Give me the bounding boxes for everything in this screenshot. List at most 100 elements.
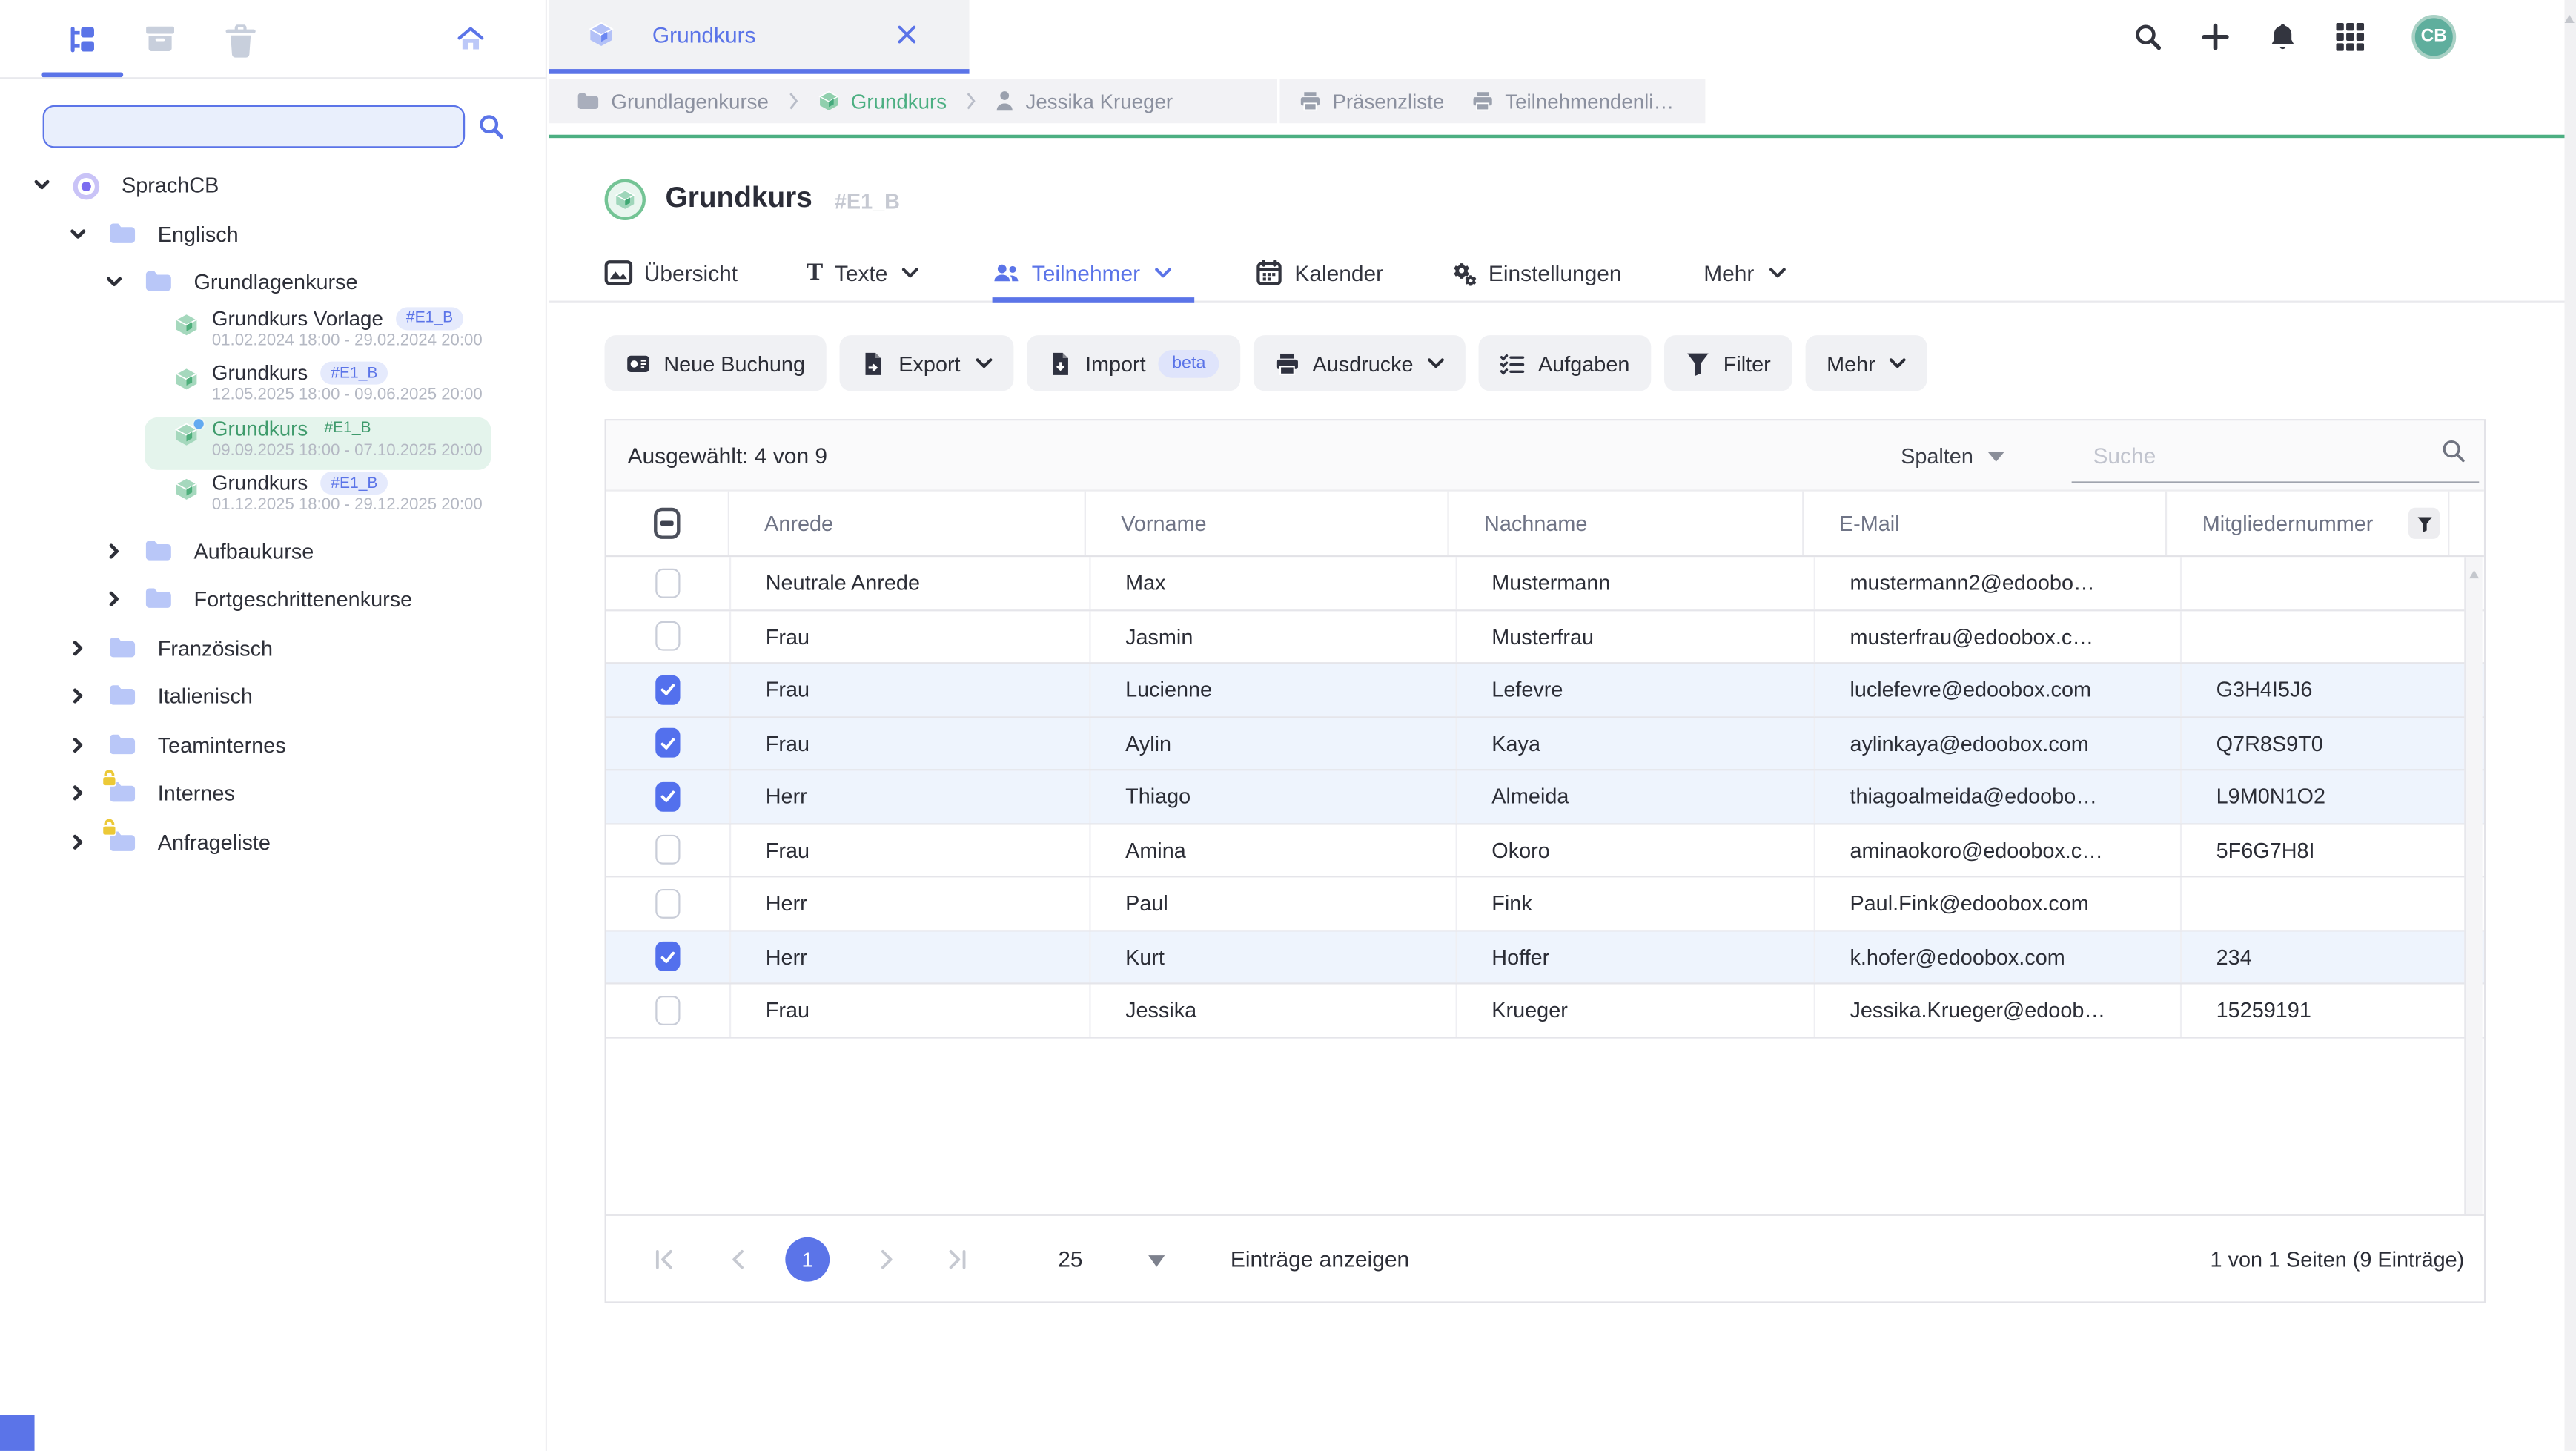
folder-icon <box>108 635 136 660</box>
page-size-select[interactable]: 25 <box>1058 1216 1082 1303</box>
tab-mehr[interactable]: Mehr <box>1703 243 1785 303</box>
bottom-left-button[interactable] <box>0 1415 35 1451</box>
chevron-down-icon[interactable] <box>33 176 50 194</box>
last-page-icon[interactable] <box>947 1249 968 1270</box>
chevron-right-icon[interactable] <box>69 687 87 705</box>
tree-item-italienisch[interactable]: Italienisch <box>0 672 546 720</box>
tree-item-grundlagenkurse[interactable]: Grundlagenkurse <box>0 258 546 306</box>
tree-course-grundkurs[interactable]: Grundkurs#E1_B12.05.2025 18:00 - 09.06.2… <box>0 362 546 417</box>
table-row[interactable]: FrauAylinKayaaylinkaya@edoobox.comQ7R8S9… <box>606 717 2484 770</box>
table-row[interactable]: HerrKurtHofferk.hofer@edoobox.com234 <box>606 931 2484 984</box>
apps-grid-icon[interactable] <box>2336 22 2364 50</box>
ausdrucke-button[interactable]: Ausdrucke <box>1254 335 1466 391</box>
scroll-up-icon[interactable] <box>2469 570 2479 578</box>
tree-item-internes[interactable]: Internes <box>0 769 546 817</box>
row-checkbox[interactable] <box>655 621 680 651</box>
chevron-right-icon[interactable] <box>105 542 123 560</box>
aufgaben-button[interactable]: Aufgaben <box>1479 335 1651 391</box>
tree-item-anfrageliste[interactable]: Anfrageliste <box>0 818 546 866</box>
close-icon[interactable] <box>897 24 917 44</box>
tree-course-grundkurs[interactable]: Grundkurs#E1_B09.09.2025 18:00 - 07.10.2… <box>0 417 546 472</box>
chevron-down-icon[interactable] <box>69 225 87 242</box>
add-icon[interactable] <box>2202 22 2230 50</box>
table-row[interactable]: HerrThiagoAlmeidathiagoalmeida@edoobo…L9… <box>606 770 2484 824</box>
page-size-arrow-icon[interactable] <box>1148 1255 1165 1267</box>
column-header-nachname[interactable]: Nachname <box>1450 492 1805 555</box>
avatar[interactable]: CB <box>2411 14 2456 59</box>
column-header-mitgliedernummer[interactable]: Mitgliedernummer <box>2168 492 2449 555</box>
archive-icon[interactable] <box>145 24 176 56</box>
column-header-vorname[interactable]: Vorname <box>1087 492 1450 555</box>
row-checkbox[interactable] <box>655 781 680 811</box>
tab-einstellungen[interactable]: Einstellungen <box>1449 243 1622 303</box>
tree-course-grundkurs-vorlage[interactable]: Grundkurs Vorlage#E1_B01.02.2024 18:00 -… <box>0 306 546 361</box>
row-checkbox[interactable] <box>655 568 680 598</box>
open-tab-grundkurs[interactable]: Grundkurs <box>549 0 969 69</box>
export-button[interactable]: Export <box>840 335 1013 391</box>
search-icon[interactable] <box>478 113 504 139</box>
chevron-right-icon[interactable] <box>69 736 87 753</box>
table-row[interactable]: FrauJasminMusterfraumusterfrau@edoobox.c… <box>606 610 2484 664</box>
tab-kalender[interactable]: Kalender <box>1255 243 1383 303</box>
select-all-checkbox[interactable] <box>606 492 730 555</box>
import-button[interactable]: Import beta <box>1026 335 1240 391</box>
tree-search-input[interactable] <box>43 105 466 148</box>
tree-item-englisch[interactable]: Englisch <box>0 210 546 258</box>
tree-course-grundkurs[interactable]: Grundkurs#E1_B01.12.2025 18:00 - 29.12.2… <box>0 472 546 526</box>
chevron-right-icon[interactable] <box>69 833 87 850</box>
search-icon[interactable] <box>2441 439 2466 463</box>
row-checkbox[interactable] <box>655 835 680 865</box>
tab-teilnehmer[interactable]: Teilnehmer <box>993 243 1172 303</box>
column-header-anrede[interactable]: Anrede <box>730 492 1087 555</box>
breadcrumb-item-course[interactable]: Grundkurs <box>818 90 947 113</box>
neue-buchung-button[interactable]: Neue Buchung <box>605 335 827 391</box>
doc-link-praesenzliste[interactable]: Präsenzliste <box>1299 90 1444 113</box>
window-scrollbar[interactable] <box>2564 0 2576 1451</box>
mehr-button[interactable]: Mehr <box>1805 335 1927 391</box>
tree-item-franz-sisch[interactable]: Französisch <box>0 624 546 672</box>
tree-item-sprachcb[interactable]: SprachCB <box>0 161 546 209</box>
table-row[interactable]: FrauAminaOkoroaminaokoro@edoobox.c…5F6G7… <box>606 824 2484 877</box>
trash-icon[interactable] <box>225 24 256 56</box>
tab-texte[interactable]: T Texte <box>807 243 918 303</box>
filter-button[interactable]: Filter <box>1664 335 1792 391</box>
table-search-input[interactable] <box>2072 431 2480 480</box>
column-header-email[interactable]: E-Mail <box>1804 492 2168 555</box>
first-page-icon[interactable] <box>654 1249 675 1270</box>
bell-icon[interactable] <box>2269 22 2297 50</box>
tree-view-icon[interactable] <box>66 24 97 56</box>
row-checkbox[interactable] <box>655 942 680 971</box>
home-icon[interactable] <box>455 24 486 56</box>
presence-dot <box>192 417 205 430</box>
breadcrumb-item-person[interactable]: Jessika Krueger <box>996 90 1173 113</box>
breadcrumb-item-folder[interactable]: Grundlagenkurse <box>577 90 769 113</box>
columns-button[interactable]: Spalten <box>1901 420 2004 491</box>
row-checkbox[interactable] <box>655 675 680 704</box>
table-row[interactable]: HerrPaulFinkPaul.Fink@edoobox.com <box>606 877 2484 931</box>
table-row[interactable]: FrauLucienneLefevreluclefevre@edoobox.co… <box>606 664 2484 717</box>
current-page-button[interactable]: 1 <box>785 1237 830 1282</box>
chevron-right-icon[interactable] <box>105 590 123 608</box>
next-page-icon[interactable] <box>875 1249 897 1270</box>
previous-page-icon[interactable] <box>728 1249 749 1270</box>
chevron-right-icon[interactable] <box>69 784 87 802</box>
tree-item-aufbaukurse[interactable]: Aufbaukurse <box>0 526 546 575</box>
doc-link-teilnehmendenliste[interactable]: Teilnehmendenli… <box>1472 90 1674 113</box>
chevron-right-icon[interactable] <box>69 639 87 657</box>
course-code-badge: #E1_B <box>321 362 388 385</box>
tree-item-fortgeschrittenenkurse[interactable]: Fortgeschrittenenkurse <box>0 575 546 624</box>
table-scrollbar[interactable] <box>2464 557 2482 1217</box>
chevron-down-icon[interactable] <box>105 273 123 291</box>
folder-icon <box>145 538 173 563</box>
column-filter-icon[interactable] <box>2408 508 2440 539</box>
row-checkbox[interactable] <box>655 995 680 1025</box>
row-checkbox[interactable] <box>655 728 680 758</box>
search-icon[interactable] <box>2134 22 2162 50</box>
cube-icon <box>818 90 839 112</box>
table-row[interactable]: Neutrale AnredeMaxMustermannmustermann2@… <box>606 557 2484 610</box>
tree-item-teaminternes[interactable]: Teaminternes <box>0 721 546 769</box>
row-checkbox[interactable] <box>655 888 680 918</box>
scroll-up-icon[interactable] <box>2564 15 2574 23</box>
table-row[interactable]: FrauJessikaKruegerJessika.Krueger@edoob…… <box>606 985 2484 1038</box>
tab-uebersicht[interactable]: Übersicht <box>605 243 738 303</box>
